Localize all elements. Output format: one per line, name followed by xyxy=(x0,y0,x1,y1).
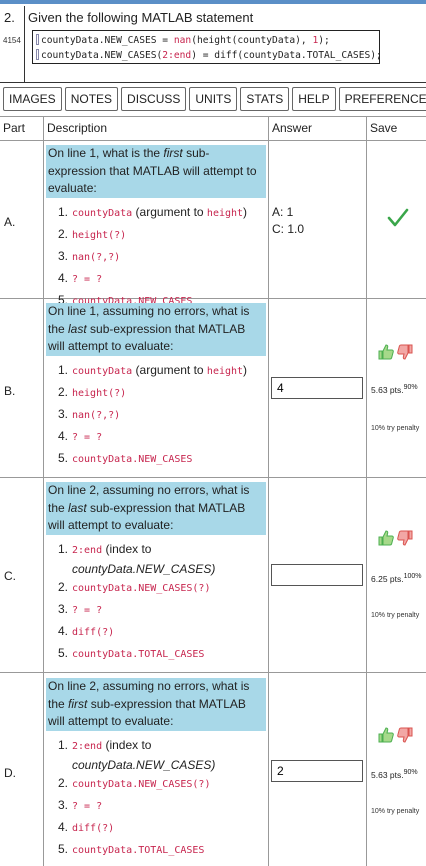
table-top-border xyxy=(0,116,426,117)
list-item: 5. countyData.NEW_CASES xyxy=(58,450,193,465)
list-item: 5. countyData.TOTAL_CASES xyxy=(58,841,205,856)
part-c-description: On line 2, assuming no errors, what is t… xyxy=(46,482,266,665)
images-button[interactable]: IMAGES xyxy=(3,87,62,111)
part-b-points: 5.63 pts.90% xyxy=(371,384,418,395)
line-marker xyxy=(36,34,39,45)
correct-check-icon xyxy=(387,208,409,227)
help-button[interactable]: HELP xyxy=(292,87,336,111)
header-divider xyxy=(24,6,25,82)
code-line-1: countyData.NEW_CASES = nan(height(county… xyxy=(33,33,379,48)
part-label-c: C. xyxy=(4,569,16,583)
list-item: 1. 2:end (index to xyxy=(58,541,152,556)
part-d-description: On line 2, assuming no errors, what is t… xyxy=(46,678,266,861)
list-item: 3. nan(?,?) xyxy=(58,248,121,263)
part-b-vote xyxy=(378,344,413,360)
part-d-answer-input[interactable] xyxy=(271,760,363,782)
column-divider xyxy=(268,116,269,866)
list-item: 5. countyData.TOTAL_CASES xyxy=(58,645,205,660)
question-number: 2. xyxy=(4,10,15,25)
part-c-options: 1. 2:end (index to countyData.NEW_CASES) … xyxy=(46,539,266,665)
part-d-options: 1. 2:end (index to countyData.NEW_CASES) … xyxy=(46,735,266,861)
part-c-answer-input[interactable] xyxy=(271,564,363,586)
row-divider xyxy=(0,477,426,478)
thumbs-up-icon[interactable] xyxy=(378,530,394,546)
toolbar: IMAGES NOTES DISCUSS UNITS STATS HELP PR… xyxy=(3,87,426,111)
part-d-penalty: 10% try penalty xyxy=(371,808,420,815)
part-c-points: 6.25 pts.100% xyxy=(371,573,422,584)
preferences-button[interactable]: PREFERENCES xyxy=(338,87,426,111)
part-a-options: 1. countyData (argument to height) 2. heig… xyxy=(46,202,266,312)
part-a-answer: A: 1 C: 1.0 xyxy=(272,205,305,236)
code-line-2: countyData.NEW_CASES(2:end) = diff(count… xyxy=(33,48,382,63)
part-a-question: On line 1, what is the first sub-express… xyxy=(46,145,266,198)
list-item: 4.? = ? xyxy=(58,270,103,285)
part-c-question: On line 2, assuming no errors, what is t… xyxy=(46,482,266,535)
column-divider xyxy=(43,116,44,866)
part-label-b: B. xyxy=(4,384,16,398)
header-part: Part xyxy=(3,121,26,135)
part-d-points: 5.63 pts.90% xyxy=(371,769,418,780)
list-item: 4.? = ? xyxy=(58,428,103,443)
part-label-a: A. xyxy=(4,215,16,229)
question-id: 4154 xyxy=(3,36,21,45)
part-label-d: D. xyxy=(4,766,16,780)
list-item: 3.? = ? xyxy=(58,797,103,812)
top-accent-bar xyxy=(0,0,426,4)
list-item: 2. countyData.NEW_CASES(?) xyxy=(58,775,211,790)
list-item: 2. countyData.NEW_CASES(?) xyxy=(58,579,211,594)
header-answer: Answer xyxy=(272,121,313,135)
table-header-border xyxy=(0,140,426,141)
list-item: 1. countyData (argument to height) xyxy=(58,362,248,377)
units-button[interactable]: UNITS xyxy=(189,87,238,111)
list-item: 3. nan(?,?) xyxy=(58,406,121,421)
thumbs-down-icon[interactable] xyxy=(397,344,413,360)
list-item: 4. diff(?) xyxy=(58,819,115,834)
part-c-penalty: 10% try penalty xyxy=(371,612,420,619)
part-a-description: On line 1, what is the first sub-express… xyxy=(46,145,266,312)
thumbs-down-icon[interactable] xyxy=(397,727,413,743)
thumbs-up-icon[interactable] xyxy=(378,344,394,360)
stats-button[interactable]: STATS xyxy=(240,87,290,111)
list-item-continuation: countyData.NEW_CASES) xyxy=(72,561,216,576)
part-b-question: On line 1, assuming no errors, what is t… xyxy=(46,303,266,356)
part-b-description: On line 1, assuming no errors, what is t… xyxy=(46,303,266,470)
part-b-answer-input[interactable] xyxy=(271,377,363,399)
list-item-continuation: countyData.NEW_CASES) xyxy=(72,757,216,772)
list-item: 2. height(?) xyxy=(58,226,127,241)
discuss-button[interactable]: DISCUSS xyxy=(121,87,187,111)
question-header: 2. 4154 Given the following MATLAB state… xyxy=(0,6,426,83)
notes-button[interactable]: NOTES xyxy=(64,87,119,111)
thumbs-down-icon[interactable] xyxy=(397,530,413,546)
part-d-question: On line 2, assuming no errors, what is t… xyxy=(46,678,266,731)
part-c-vote xyxy=(378,530,413,546)
list-item: 4. diff(?) xyxy=(58,623,115,638)
row-divider xyxy=(0,672,426,673)
list-item: 3.? = ? xyxy=(58,601,103,616)
code-block: countyData.NEW_CASES = nan(height(county… xyxy=(32,30,382,64)
list-item: 1. countyData (argument to height) xyxy=(58,204,248,219)
part-d-vote xyxy=(378,727,413,743)
part-b-penalty: 10% try penalty xyxy=(371,425,420,432)
list-item: 2. height(?) xyxy=(58,384,127,399)
list-item: 1. 2:end (index to xyxy=(58,737,152,752)
question-prompt: Given the following MATLAB statement xyxy=(28,10,254,25)
header-save: Save xyxy=(370,121,398,135)
thumbs-up-icon[interactable] xyxy=(378,727,394,743)
column-divider xyxy=(366,116,367,866)
header-description: Description xyxy=(47,121,108,135)
part-b-options: 1. countyData (argument to height) 2. heig… xyxy=(46,360,266,470)
line-marker xyxy=(36,49,39,60)
